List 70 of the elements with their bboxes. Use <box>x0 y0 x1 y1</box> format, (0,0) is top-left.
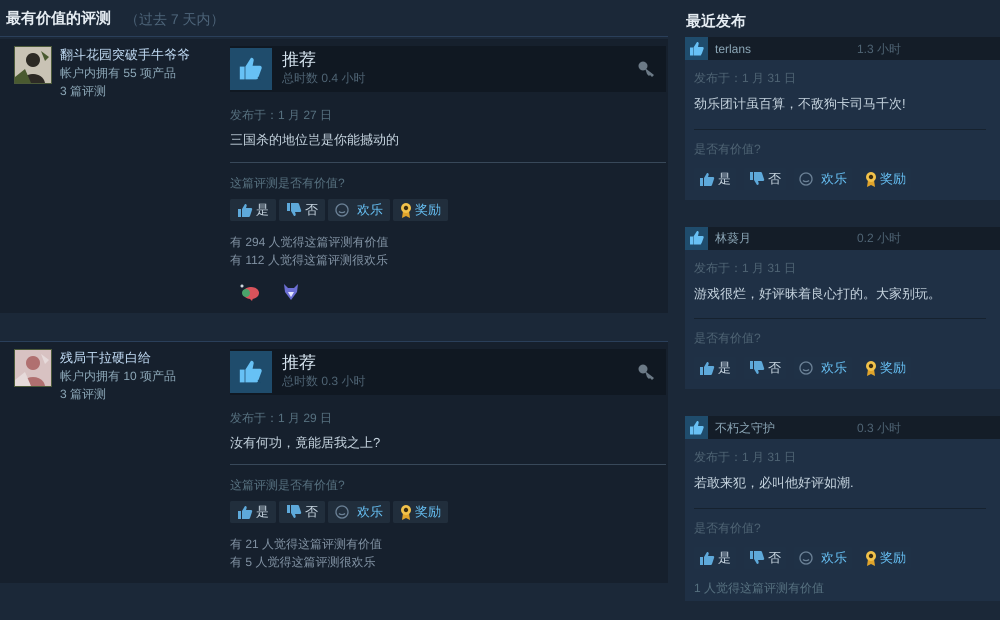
smiley-icon <box>799 361 813 375</box>
yes-button[interactable]: 是 <box>230 198 276 220</box>
thumbs-up-icon <box>685 37 708 60</box>
review-text: 劲乐团计虽百算，不敌狗卡司马千次! <box>694 94 986 130</box>
vote-tally: 有 294 人觉得这篇评测有价值 <box>230 234 390 250</box>
review-text: 汝有何功，竟能居我之上? <box>230 432 666 465</box>
recommendation-label: 推荐 <box>282 354 317 372</box>
thumbs-down-icon <box>286 505 302 519</box>
award-button[interactable]: 奖励 <box>393 198 448 220</box>
vote-tally: 有 5 人觉得这篇评测很欢乐 <box>230 554 376 571</box>
vote-tally: 有 21 人觉得这篇评测有价值 <box>230 536 384 553</box>
thumbs-down-icon <box>286 202 302 216</box>
reviewer-name[interactable]: terlans <box>715 40 850 58</box>
thumbs-up-icon <box>237 505 253 519</box>
review-text: 若敢来犯，必叫他好评如潮. <box>694 473 986 508</box>
playtime: 0.3 小时 <box>857 420 902 436</box>
helpful-question: 这篇评测是否有价值? <box>230 477 346 494</box>
thumbs-up-icon <box>699 550 715 564</box>
funny-button[interactable]: 欢乐 <box>328 501 390 523</box>
key-icon <box>638 364 656 380</box>
thumbs-up-icon <box>699 172 715 186</box>
helpful-question: 这篇评测是否有价值? <box>230 174 346 192</box>
yes-button[interactable]: 是 <box>230 501 276 523</box>
thumbs-up-icon <box>230 48 272 90</box>
no-button[interactable]: 否 <box>279 198 325 220</box>
funny-button[interactable]: 欢乐 <box>328 198 390 220</box>
reviewer-name[interactable]: 林葵月 <box>715 229 850 247</box>
vote-tally: 1 人觉得这篇评测有价值 <box>694 580 826 596</box>
thumbs-up-icon <box>230 350 272 392</box>
review-text: 游戏很烂，好评昧着良心打的。大家别玩。 <box>694 284 986 319</box>
reviewer-name[interactable]: 不朽之守护 <box>715 418 850 436</box>
playtime: 总时数 0.3 小时 <box>282 372 366 390</box>
review-count: 3 篇评测 <box>60 83 108 100</box>
medal-icon <box>865 550 877 566</box>
thumbs-up-icon <box>685 226 708 250</box>
playtime: 总时数 0.4 小时 <box>282 70 366 87</box>
thumbs-up-icon <box>237 202 253 216</box>
thumbs-up-icon <box>685 416 708 439</box>
medal-icon <box>400 504 412 520</box>
author-name[interactable]: 翻斗花园突破手牛爷爷 <box>60 46 190 64</box>
review-text: 三国杀的地位岂是你能撼动的 <box>230 130 666 162</box>
medal-icon <box>865 170 877 186</box>
product-count: 帐户内拥有 55 项产品 <box>60 65 178 82</box>
no-button[interactable]: 否 <box>279 501 325 523</box>
section-subtitle: （过去 7 天内） <box>125 10 225 29</box>
medal-icon <box>865 360 877 376</box>
smiley-icon <box>335 505 349 519</box>
thumbs-up-icon <box>699 361 715 375</box>
section-title: 最近发布 <box>685 12 747 32</box>
playtime: 1.3 小时 <box>857 40 902 58</box>
thumbs-down-icon <box>749 550 765 564</box>
award-icon <box>282 282 300 300</box>
section-title: 最有价值的评测 <box>6 8 111 28</box>
key-icon <box>638 61 656 77</box>
product-count: 帐户内拥有 10 项产品 <box>60 368 176 384</box>
vote-tally: 有 112 人觉得这篇评测很欢乐 <box>230 252 389 268</box>
author-name[interactable]: 残局干拉硬白给 <box>60 348 176 366</box>
post-date: 发布于：1 月 29 日 <box>230 410 334 426</box>
smiley-icon <box>799 172 813 186</box>
thumbs-down-icon <box>749 172 765 186</box>
smiley-icon <box>335 202 349 216</box>
review-count: 3 篇评测 <box>60 386 108 402</box>
smiley-icon <box>799 550 813 564</box>
medal-icon <box>400 202 412 218</box>
award-button[interactable]: 奖励 <box>393 501 448 523</box>
award-icon <box>238 282 260 300</box>
recommendation-label: 推荐 <box>282 51 317 69</box>
thumbs-down-icon <box>749 361 765 375</box>
playtime: 0.2 小时 <box>857 230 902 247</box>
post-date: 发布于：1 月 27 日 <box>230 107 334 124</box>
